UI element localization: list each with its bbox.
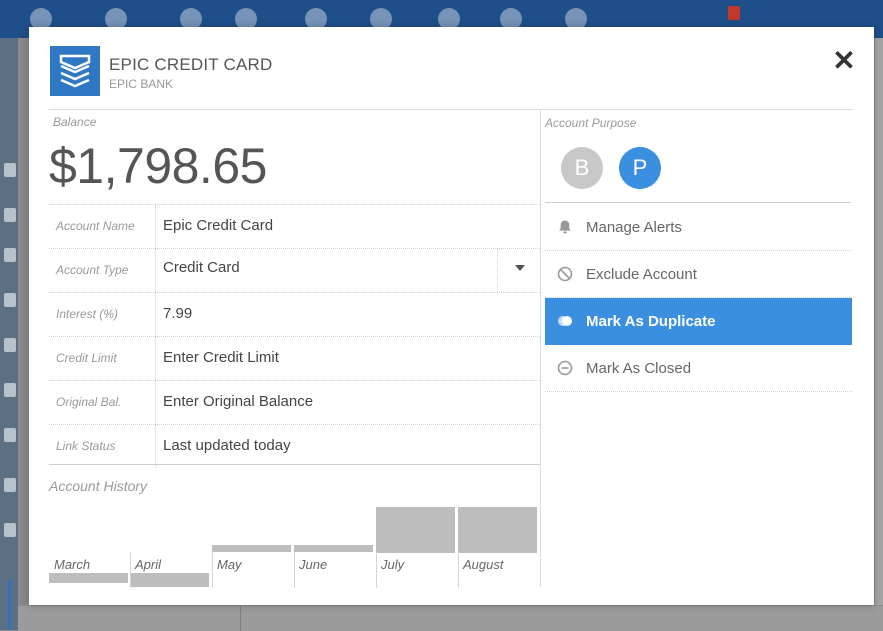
account-type-select[interactable]: Credit Card (163, 259, 240, 276)
history-bar-july (376, 507, 455, 553)
credit-limit-field[interactable]: Enter Credit Limit (163, 349, 279, 366)
month-label: May (217, 557, 242, 572)
account-name-row: Account Name Epic Credit Card (49, 204, 540, 248)
field-label: Original Bal. (56, 395, 122, 409)
interest-field[interactable]: 7.99 (163, 305, 192, 322)
original-balance-field[interactable]: Enter Original Balance (163, 393, 313, 410)
menu-item-label: Mark As Duplicate (586, 313, 716, 330)
history-bar-march (49, 573, 128, 583)
sidebar-icon (4, 428, 16, 442)
field-label: Account Type (56, 263, 129, 277)
account-details-modal: EPIC CREDIT CARD EPIC BANK ✕ Balance $1,… (29, 27, 874, 605)
duplicate-icon (558, 316, 572, 326)
balance-label: Balance (53, 115, 97, 129)
history-bar-may (212, 545, 291, 552)
bank-logo (50, 46, 100, 96)
bank-name: EPIC BANK (109, 77, 174, 91)
account-type-row: Account Type Credit Card (49, 248, 540, 292)
header-divider (49, 109, 853, 110)
field-label: Link Status (56, 439, 116, 453)
original-balance-row: Original Bal. Enter Original Balance (49, 380, 540, 424)
history-bar-april (130, 573, 209, 587)
history-bar-august (458, 507, 537, 553)
field-label: Interest (%) (56, 307, 119, 321)
balance-value: $1,798.65 (49, 138, 267, 194)
sidebar-icon (4, 163, 16, 177)
menu-item-label: Mark As Closed (586, 360, 692, 377)
sidebar-icon (4, 293, 16, 307)
account-history-chart: March April May June July August (49, 497, 537, 589)
minus-circle-icon (557, 360, 573, 376)
prohibit-icon (557, 266, 573, 282)
mark-as-closed-button[interactable]: Mark As Closed (545, 345, 852, 392)
background-accent (8, 580, 11, 630)
month-label: March (54, 557, 91, 572)
personal-purpose-button[interactable]: P (619, 147, 661, 189)
notification-icon (728, 6, 740, 20)
link-status-row: Link Status Last updated today (49, 424, 540, 468)
purpose-divider (545, 202, 851, 203)
field-label: Account Name (56, 219, 135, 233)
sidebar-icon (4, 383, 16, 397)
sidebar-icon (4, 248, 16, 262)
background-right-edge (875, 38, 883, 630)
account-name-field[interactable]: Epic Credit Card (163, 217, 273, 234)
month-label: July (381, 557, 405, 572)
manage-alerts-button[interactable]: Manage Alerts (545, 204, 852, 251)
account-form: Account Name Epic Credit Card Account Ty… (49, 204, 540, 468)
background-sidebar (0, 38, 18, 630)
menu-item-label: Exclude Account (586, 266, 697, 283)
account-history-label: Account History (49, 478, 148, 494)
month-label: April (135, 557, 162, 572)
field-label: Credit Limit (56, 351, 117, 365)
month-label: June (299, 557, 328, 572)
sidebar-icon (4, 523, 16, 537)
sidebar-icon (4, 478, 16, 492)
month-label: August (463, 557, 504, 572)
exclude-account-button[interactable]: Exclude Account (545, 251, 852, 298)
close-icon[interactable]: ✕ (832, 47, 856, 75)
chevron-down-icon[interactable] (515, 265, 525, 271)
menu-item-label: Manage Alerts (586, 219, 682, 236)
sidebar-icon (4, 338, 16, 352)
bell-icon (559, 220, 571, 234)
mark-as-duplicate-button[interactable]: Mark As Duplicate (545, 298, 852, 345)
form-divider (49, 464, 540, 465)
column-divider (540, 109, 541, 587)
credit-limit-row: Credit Limit Enter Credit Limit (49, 336, 540, 380)
background-bottom (18, 605, 883, 631)
account-actions-menu: Manage Alerts Exclude Account Mark As Du… (545, 204, 852, 392)
account-title: EPIC CREDIT CARD (109, 55, 273, 74)
interest-row: Interest (%) 7.99 (49, 292, 540, 336)
history-bar-june (294, 545, 373, 552)
sidebar-icon (4, 208, 16, 222)
account-purpose-label: Account Purpose (545, 116, 637, 130)
link-status-value: Last updated today (163, 437, 291, 454)
chevron-stack-icon (59, 54, 91, 88)
business-purpose-button[interactable]: B (561, 147, 603, 189)
